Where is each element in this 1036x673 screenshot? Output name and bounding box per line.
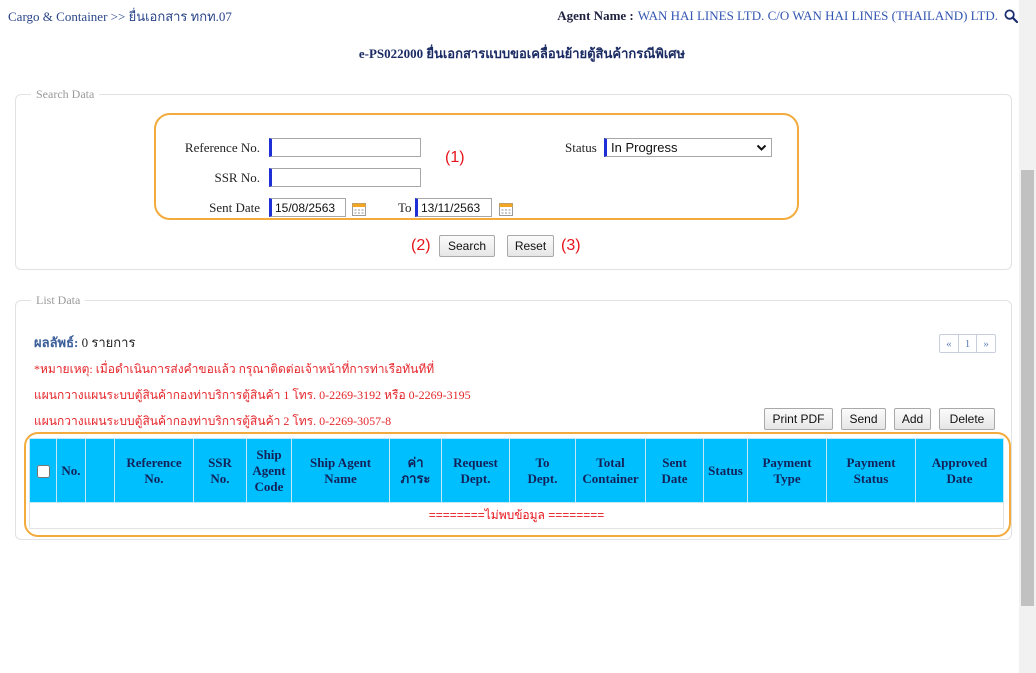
result-label: ผลลัพธ์: xyxy=(34,335,79,350)
agent-info: Agent Name : WAN HAI LINES LTD. C/O WAN … xyxy=(557,8,1018,24)
reset-button[interactable]: Reset xyxy=(507,235,554,257)
annotation-label-1: (1) xyxy=(445,149,465,166)
col-header-label: Request xyxy=(453,454,498,470)
col-header-ssr-no[interactable]: SSR No. xyxy=(193,438,247,503)
table-header-row: No. Reference No. SSR No. Ship Agent Code Sh… xyxy=(29,438,1004,503)
col-header-label: SSR xyxy=(208,454,232,470)
empty-message: ========ไม่พบข้อมูล ======== xyxy=(29,502,1004,529)
search-icon[interactable] xyxy=(1004,9,1018,23)
col-header-approved-date[interactable]: Approved Date xyxy=(915,438,1004,503)
col-header-label: Status xyxy=(708,462,743,478)
sent-date-to-input[interactable] xyxy=(415,198,492,217)
col-header-label: Code xyxy=(254,478,284,494)
add-button[interactable]: Add xyxy=(894,408,931,430)
col-header-label: No. xyxy=(61,462,81,478)
col-header-payment-status[interactable]: Payment Status xyxy=(826,438,916,503)
agent-name-label: Agent Name : xyxy=(557,8,634,23)
sent-date-from-input[interactable] xyxy=(269,198,346,217)
col-header-ship-agent-name[interactable]: Ship Agent Name xyxy=(291,438,390,503)
note-line: แผนกวางแผนระบบตู้สินค้ากองท่าบริการตู้สิ… xyxy=(34,414,392,428)
col-header-select xyxy=(29,438,57,503)
col-header-label: Agent xyxy=(252,462,286,478)
col-header-total-container[interactable]: Total Container xyxy=(575,438,646,503)
col-header-label: Type xyxy=(773,470,801,486)
col-header-label: Date xyxy=(661,470,688,486)
col-header-label: To xyxy=(535,454,550,470)
pagination-prev[interactable]: « xyxy=(940,335,959,352)
pagination-page[interactable]: 1 xyxy=(959,335,978,352)
delete-button[interactable]: Delete xyxy=(939,408,995,430)
col-header-label: Ship Agent xyxy=(309,454,372,470)
col-header-label: Dept. xyxy=(527,470,558,486)
col-header-label: No. xyxy=(144,470,164,486)
status-select[interactable]: In Progress xyxy=(604,138,772,157)
reference-no-label: Reference No. xyxy=(184,140,260,155)
to-label: To xyxy=(398,200,412,215)
col-header-blank xyxy=(85,438,115,503)
search-data-legend: Search Data xyxy=(31,86,100,102)
results-table: No. Reference No. SSR No. Ship Agent Code Sh… xyxy=(29,438,1004,529)
search-button[interactable]: Search xyxy=(439,235,495,257)
vertical-scrollbar[interactable] xyxy=(1019,0,1036,673)
col-header-sent-date[interactable]: Sent Date xyxy=(645,438,704,503)
print-pdf-button[interactable]: Print PDF xyxy=(764,408,833,430)
agent-name-value: WAN HAI LINES LTD. C/O WAN HAI LINES (TH… xyxy=(637,8,998,23)
col-header-request-dept[interactable]: Request Dept. xyxy=(441,438,510,503)
col-header-label: Name xyxy=(324,470,357,486)
breadcrumb[interactable]: Cargo & Container >> ยื่นเอกสาร ทกท.07 xyxy=(8,9,232,25)
col-header-label: Dept. xyxy=(460,470,491,486)
scrollbar-thumb[interactable] xyxy=(1021,170,1034,606)
table-row-empty: ========ไม่พบข้อมูล ======== xyxy=(29,502,1004,529)
col-header-label: ภาระ xyxy=(400,470,431,486)
col-header-label: Ship xyxy=(256,446,282,462)
ssr-no-label: SSR No. xyxy=(214,170,260,185)
col-header-label: Approved xyxy=(931,454,988,470)
note-line: แผนกวางแผนระบบตู้สินค้ากองท่าบริการตู้สิ… xyxy=(34,388,471,402)
col-header-label: Container xyxy=(582,470,639,486)
col-header-payment-type[interactable]: Payment Type xyxy=(747,438,827,503)
list-data-legend: List Data xyxy=(31,292,86,308)
col-header-label: Sent xyxy=(662,454,687,470)
col-header-status[interactable]: Status xyxy=(703,438,748,503)
col-header-ship-agent-code[interactable]: Ship Agent Code xyxy=(246,438,292,503)
ssr-no-input[interactable] xyxy=(269,168,421,187)
calendar-icon[interactable] xyxy=(498,201,514,217)
col-header-label: Date xyxy=(946,470,973,486)
reference-no-input[interactable] xyxy=(269,138,421,157)
status-label: Status xyxy=(565,140,597,155)
col-header-label: Payment xyxy=(762,454,812,470)
page-title: e-PS022000 ยื่นเอกสารแบบขอเคลื่อนย้ายตู้… xyxy=(358,46,686,61)
col-header-charge[interactable]: ค่า ภาระ xyxy=(389,438,442,503)
list-data-panel: List Data ผลลัพธ์: 0 รายการ « 1 » *หมายเ… xyxy=(15,292,1012,540)
col-header-no: No. xyxy=(56,438,86,503)
select-all-checkbox[interactable] xyxy=(36,465,50,479)
pagination-next[interactable]: » xyxy=(977,335,995,352)
col-header-to-dept[interactable]: To Dept. xyxy=(509,438,576,503)
annotation-label-2: (2) xyxy=(411,237,431,254)
note-line: *หมายเหตุ: เมื่อดำเนินการส่งคำขอแล้ว กรุ… xyxy=(34,362,435,376)
col-header-label: Reference xyxy=(126,454,182,470)
pagination: « 1 » xyxy=(939,334,996,353)
search-data-panel: Search Data Reference No. Status In Prog… xyxy=(15,86,1012,270)
annotation-label-3: (3) xyxy=(561,237,581,254)
col-header-label: Total xyxy=(596,454,625,470)
col-header-reference-no[interactable]: Reference No. xyxy=(114,438,194,503)
col-header-label: Status xyxy=(853,470,889,486)
col-header-label: ค่า xyxy=(407,454,424,470)
status-select-value: In Progress xyxy=(611,140,678,155)
col-header-label: Payment xyxy=(846,454,896,470)
result-count: 0 รายการ xyxy=(81,335,136,350)
chevron-down-icon xyxy=(756,144,767,152)
calendar-icon[interactable] xyxy=(351,201,367,217)
sent-date-label: Sent Date xyxy=(209,200,260,215)
result-summary: ผลลัพธ์: 0 รายการ xyxy=(34,335,135,351)
col-header-label: No. xyxy=(210,470,230,486)
send-button[interactable]: Send xyxy=(841,408,886,430)
